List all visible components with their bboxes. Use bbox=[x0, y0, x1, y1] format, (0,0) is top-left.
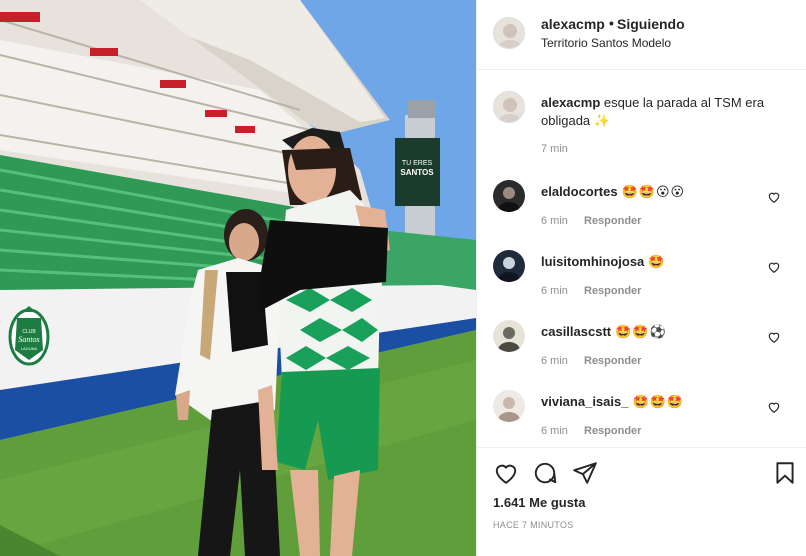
reply-button[interactable]: Responder bbox=[584, 425, 641, 437]
author-username[interactable]: alexacmp bbox=[541, 16, 605, 32]
bookmark-icon[interactable] bbox=[772, 460, 798, 486]
comment-text: 🤩🤩🤩 bbox=[632, 394, 685, 409]
comment-content: luisitomhinojosa 🤩 bbox=[541, 254, 665, 270]
heart-icon[interactable] bbox=[767, 400, 781, 414]
scoreboard-line1: TU ERES bbox=[402, 160, 433, 167]
reply-button[interactable]: Responder bbox=[584, 285, 641, 297]
comment-row: luisitomhinojosa 🤩 6 min Responder bbox=[477, 250, 806, 310]
comment-text: 🤩 bbox=[648, 254, 666, 269]
comment-avatar[interactable] bbox=[493, 320, 525, 352]
comment-avatar[interactable] bbox=[493, 180, 525, 212]
post-header: alexacmp • Siguiendo Territorio Santos M… bbox=[477, 0, 806, 70]
post-photo[interactable]: TU ERES SANTOS CLUB Santos LAGUNA bbox=[0, 0, 476, 556]
comment-row: casillascstt 🤩🤩⚽ 6 min Responder bbox=[477, 320, 806, 380]
stadium-photo: TU ERES SANTOS CLUB Santos LAGUNA bbox=[0, 0, 476, 556]
crest-name-text: Santos bbox=[18, 335, 39, 344]
post-timestamp: HACE 7 MINUTOS bbox=[493, 520, 574, 530]
comment-text: 🤩🤩😮😮 bbox=[621, 184, 686, 199]
share-icon[interactable] bbox=[572, 460, 598, 486]
comment-icon[interactable] bbox=[532, 460, 558, 486]
heart-icon[interactable] bbox=[767, 190, 781, 204]
comment-avatar[interactable] bbox=[493, 250, 525, 282]
following-button[interactable]: Siguiendo bbox=[617, 16, 685, 32]
reply-button[interactable]: Responder bbox=[584, 355, 641, 367]
location-link[interactable]: Territorio Santos Modelo bbox=[541, 36, 671, 50]
comment-username[interactable]: elaldocortes bbox=[541, 184, 618, 199]
reply-button[interactable]: Responder bbox=[584, 215, 641, 227]
action-bar: 1.641 Me gusta HACE 7 MINUTOS bbox=[477, 447, 806, 556]
caption-username[interactable]: alexacmp bbox=[541, 95, 600, 110]
comment-username[interactable]: casillascstt bbox=[541, 324, 611, 339]
comments-list[interactable]: alexacmp esque la parada al TSM era obli… bbox=[477, 71, 806, 447]
comment-row: viviana_isais_ 🤩🤩🤩 6 min Responder bbox=[477, 390, 806, 450]
caption-time: 7 min bbox=[541, 143, 568, 155]
separator-dot: • bbox=[609, 15, 614, 31]
post-panel: alexacmp • Siguiendo Territorio Santos M… bbox=[476, 0, 806, 556]
crest-laguna-text: LAGUNA bbox=[21, 346, 38, 351]
comment-row: elaldocortes 🤩🤩😮😮 6 min Responder bbox=[477, 180, 806, 240]
heart-icon[interactable] bbox=[767, 330, 781, 344]
comment-content: viviana_isais_ 🤩🤩🤩 bbox=[541, 394, 684, 410]
comment-username[interactable]: viviana_isais_ bbox=[541, 394, 628, 409]
comment-time: 6 min bbox=[541, 425, 568, 437]
comment-username[interactable]: luisitomhinojosa bbox=[541, 254, 644, 269]
comment-content: casillascstt 🤩🤩⚽ bbox=[541, 324, 667, 340]
likes-count[interactable]: 1.641 Me gusta bbox=[493, 495, 586, 510]
comment-time: 6 min bbox=[541, 215, 568, 227]
comment-time: 6 min bbox=[541, 285, 568, 297]
scoreboard-line2: SANTOS bbox=[400, 168, 434, 177]
heart-icon[interactable] bbox=[767, 260, 781, 274]
caption: alexacmp esque la parada al TSM era obli… bbox=[541, 94, 781, 130]
heart-icon[interactable] bbox=[493, 460, 519, 486]
caption-avatar[interactable] bbox=[493, 91, 525, 123]
comment-time: 6 min bbox=[541, 355, 568, 367]
comment-avatar[interactable] bbox=[493, 390, 525, 422]
comment-content: elaldocortes 🤩🤩😮😮 bbox=[541, 184, 685, 200]
comment-text: 🤩🤩⚽ bbox=[615, 324, 667, 339]
author-avatar[interactable] bbox=[493, 17, 525, 49]
